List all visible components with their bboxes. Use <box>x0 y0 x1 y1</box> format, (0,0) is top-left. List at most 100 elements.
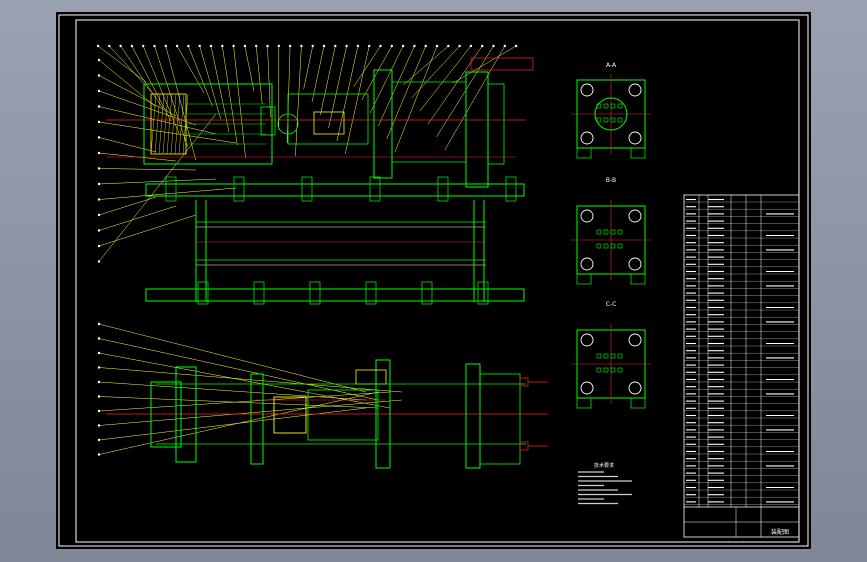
leader-line <box>452 45 517 84</box>
screw-hole <box>596 117 602 123</box>
screw-hole <box>617 353 623 359</box>
leader-line <box>98 323 367 393</box>
leader-line <box>98 205 177 231</box>
front-view-assembly <box>106 57 534 202</box>
leader-line <box>165 45 197 161</box>
screw-hole <box>603 353 609 359</box>
screw-hole <box>603 367 609 373</box>
parts-list-table: 装配图 <box>683 194 800 538</box>
screw-hole <box>610 103 616 109</box>
screw-hole <box>596 243 602 249</box>
tie-bar-hole <box>628 209 642 223</box>
plan-view-assembly <box>106 359 548 469</box>
drawing-sheet[interactable]: A-A B-B C-C 技术要求 装配图 <box>56 12 811 549</box>
leader-line <box>98 137 157 153</box>
tie-bar-view <box>145 200 525 305</box>
leader-line <box>98 407 367 441</box>
hatch-line <box>154 93 161 155</box>
screw-hole <box>610 353 616 359</box>
section-view-b <box>571 200 651 285</box>
screw-hole <box>617 367 623 373</box>
leader-line <box>98 178 217 185</box>
screw-hole <box>603 103 609 109</box>
base-rail <box>145 288 525 302</box>
hatch-line <box>162 93 169 155</box>
tie-bar-hole <box>628 83 642 97</box>
foot <box>576 397 592 409</box>
bolt <box>505 176 517 202</box>
foot <box>630 397 646 409</box>
leader-line <box>419 45 472 112</box>
tie-bar-hole <box>580 209 594 223</box>
tie-bar-hole <box>580 333 594 347</box>
section-label: B-B <box>606 177 616 184</box>
screw-hole <box>610 229 616 235</box>
leader-line <box>98 121 237 144</box>
leader-line <box>436 45 494 138</box>
screw-hole <box>596 353 602 359</box>
leader-line <box>303 45 313 90</box>
leader-line <box>98 168 197 171</box>
screw-hole <box>603 117 609 123</box>
leader-line <box>154 45 188 148</box>
section-label: C-C <box>606 301 617 308</box>
leader-line <box>98 75 177 117</box>
screw-hole <box>617 117 623 123</box>
title-block-caption: 装配图 <box>771 528 789 536</box>
leader-line <box>98 381 367 401</box>
leader-line <box>255 45 263 105</box>
nozzle <box>260 106 276 136</box>
tie-bar-hole <box>580 381 594 395</box>
leader-line <box>98 391 391 412</box>
tie-bar-hole <box>628 257 642 271</box>
leader-line <box>369 45 404 114</box>
front-platen <box>175 366 197 463</box>
leader-line <box>295 45 302 157</box>
leader-line <box>320 45 336 116</box>
leader-line <box>344 45 370 155</box>
foot <box>576 147 592 159</box>
hatch-line <box>166 93 173 155</box>
cylinder-body <box>479 373 521 465</box>
leader-line <box>98 338 379 401</box>
leader-line <box>394 45 438 153</box>
section-label: A-A <box>606 62 617 69</box>
leader-line <box>120 45 163 109</box>
base-rail <box>145 183 525 197</box>
bom-frame <box>683 194 800 538</box>
bolt <box>437 176 449 202</box>
hatch-line <box>174 93 181 155</box>
bolt <box>233 176 245 202</box>
section-view-c <box>571 324 651 409</box>
leader-line <box>176 45 205 94</box>
foot <box>576 273 592 285</box>
leader-line <box>188 45 213 107</box>
notes-title: 技术要求 <box>594 462 614 469</box>
leader-line <box>411 45 460 99</box>
leader-line <box>361 45 393 101</box>
rear-platen <box>465 71 489 188</box>
leader-line <box>353 45 381 88</box>
screw-hole <box>617 229 623 235</box>
tie-bar-hole <box>628 333 642 347</box>
section-view-a <box>571 74 651 159</box>
bolt <box>301 176 313 202</box>
tie-bar-hole <box>628 381 642 395</box>
screw-hole <box>603 229 609 235</box>
tie-bar-hole <box>580 257 594 271</box>
leader-line <box>109 45 155 96</box>
leader-line <box>98 391 379 455</box>
screw-hole <box>610 117 616 123</box>
leader-line <box>267 45 271 118</box>
inner-frame <box>75 19 800 543</box>
piston-rod <box>470 57 534 71</box>
port <box>519 377 529 387</box>
leader-line <box>97 45 147 83</box>
leader-line <box>386 45 426 140</box>
moving-platen <box>373 69 393 179</box>
leader-line <box>233 45 246 159</box>
screw-hole <box>596 229 602 235</box>
cylinder-end <box>487 83 505 165</box>
leader-lines <box>96 44 518 456</box>
leader-line <box>98 187 237 200</box>
